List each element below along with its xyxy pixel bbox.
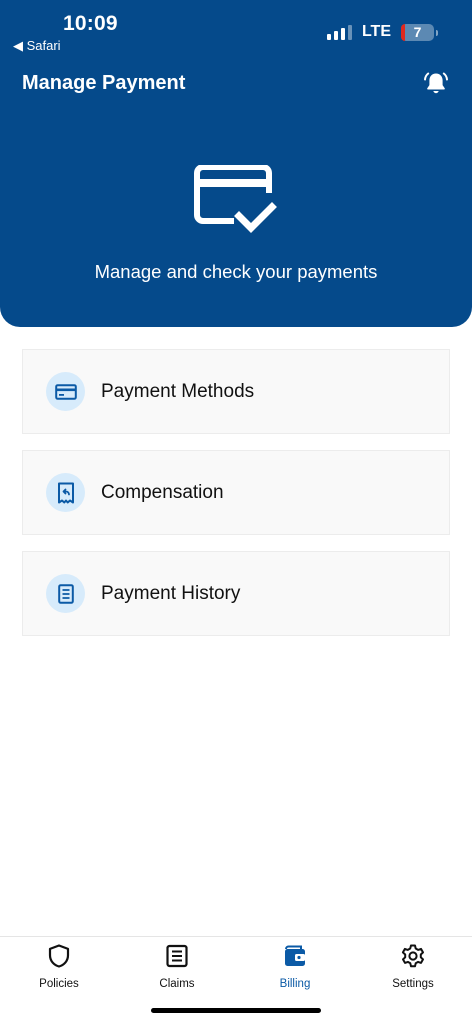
battery-icon: 7 [401, 23, 438, 41]
shield-icon [48, 944, 70, 968]
battery-level: 7 [413, 24, 422, 40]
tab-claims[interactable]: Claims [118, 943, 236, 990]
document-list-icon [166, 944, 188, 968]
status-time: 10:09 [63, 12, 118, 35]
page-title: Manage Payment [22, 72, 186, 94]
compensation-item[interactable]: Compensation [22, 450, 450, 535]
network-label: LTE [361, 23, 391, 40]
credit-card-icon [46, 372, 85, 411]
compensation-label: Compensation [101, 481, 224, 503]
tab-settings-label: Settings [392, 978, 434, 990]
tab-billing-label: Billing [279, 978, 311, 990]
card-check-icon [194, 165, 277, 233]
tab-settings[interactable]: Settings [354, 943, 472, 990]
tab-claims-label: Claims [159, 978, 195, 990]
payment-methods-label: Payment Methods [101, 380, 255, 402]
notification-bell-icon[interactable] [423, 70, 449, 96]
receipt-refund-icon [46, 473, 85, 512]
document-list-icon [46, 574, 85, 613]
back-to-safari-link[interactable]: ◀ Safari [13, 38, 61, 54]
hero-subtitle: Manage and check your payments [94, 261, 378, 282]
home-indicator[interactable] [151, 1008, 321, 1013]
status-indicators: LTE 7 [326, 22, 438, 42]
payment-history-label: Payment History [101, 582, 241, 604]
gear-icon [401, 944, 424, 968]
tab-billing[interactable]: Billing [236, 943, 354, 990]
signal-icon [326, 24, 352, 40]
payment-history-item[interactable]: Payment History [22, 551, 450, 636]
header-banner: 10:09 ◀ Safari LTE 7 Manage Payment Mana… [0, 0, 472, 327]
tab-policies[interactable]: Policies [0, 943, 118, 990]
wallet-icon [285, 945, 305, 966]
tab-policies-label: Policies [39, 978, 79, 990]
payment-methods-item[interactable]: Payment Methods [22, 349, 450, 434]
